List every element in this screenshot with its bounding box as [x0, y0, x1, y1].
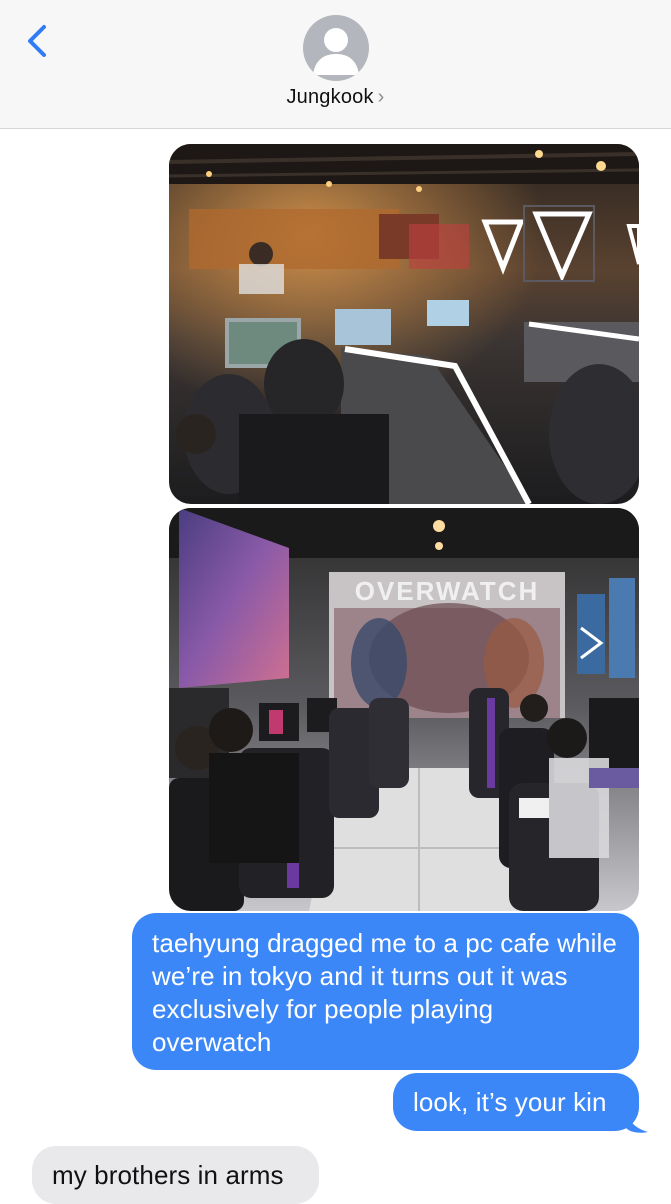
received-message-bubble[interactable]: my brothers in arms — [32, 1146, 319, 1204]
chevron-right-icon: › — [377, 86, 385, 108]
bubble-tail-icon — [626, 1110, 648, 1133]
sent-message-bubble-last[interactable]: look, it’s your kin — [393, 1073, 639, 1131]
person-silhouette-icon — [313, 28, 359, 75]
contact-name: Jungkook — [286, 86, 374, 108]
back-button[interactable] — [20, 20, 60, 64]
conversation-header: Jungkook › — [0, 0, 671, 129]
sent-message-bubble[interactable]: taehyung dragged me to a pc cafe while w… — [132, 913, 639, 1070]
received-message-text: my brothers in arms — [52, 1160, 284, 1190]
sent-message-text: taehyung dragged me to a pc cafe while w… — [152, 928, 617, 1057]
message-photo-pc-cafe[interactable] — [169, 144, 639, 504]
contact-avatar[interactable] — [303, 15, 369, 81]
photo-overwatch-room-image: OVERWATCH — [169, 508, 639, 911]
photo-pc-cafe-image — [169, 144, 639, 504]
chevron-left-icon — [28, 25, 46, 57]
contact-name-button[interactable]: Jungkook › — [0, 86, 671, 109]
sent-message-text: look, it’s your kin — [413, 1087, 607, 1117]
overwatch-wall-text: OVERWATCH — [355, 576, 540, 606]
message-photo-overwatch-room[interactable]: OVERWATCH — [169, 508, 639, 911]
